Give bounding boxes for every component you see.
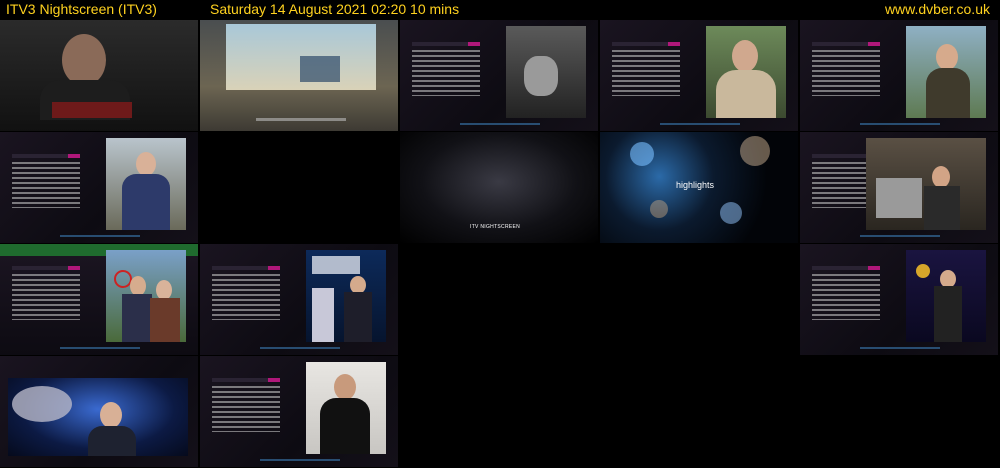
time-tag	[668, 42, 680, 46]
footer-line	[60, 347, 140, 349]
empty-slot	[600, 244, 798, 355]
book	[52, 102, 132, 118]
time-tag	[68, 266, 80, 270]
programme-card-1[interactable]	[400, 20, 598, 131]
footer-line	[260, 459, 340, 461]
nightscreen-logo: ITV NIGHTSCREEN	[470, 224, 521, 230]
person-head	[936, 44, 958, 70]
footer-line	[860, 347, 940, 349]
programme-card-5[interactable]	[800, 132, 998, 243]
footer-line	[660, 123, 740, 125]
presenter-head	[130, 276, 146, 296]
time-tag	[868, 266, 880, 270]
nightscreen-ident[interactable]: ITV NIGHTSCREEN	[400, 132, 598, 243]
chef-body	[924, 186, 960, 230]
programme-card-6[interactable]	[0, 244, 198, 355]
animal	[524, 56, 558, 96]
site-link[interactable]: www.dvber.co.uk	[885, 1, 990, 17]
presenter-head	[334, 374, 356, 400]
description-text	[812, 274, 880, 320]
time-tag	[268, 378, 280, 382]
time-tag	[868, 42, 880, 46]
programme-card-9[interactable]	[0, 356, 198, 467]
presenter-body	[150, 298, 180, 342]
programme-image	[866, 138, 986, 230]
programme-image	[106, 138, 186, 230]
programme-image	[306, 250, 386, 342]
time-tag	[68, 154, 80, 158]
bokeh-light	[740, 136, 770, 166]
description-text	[212, 386, 280, 432]
programme-image	[506, 26, 586, 118]
person-head	[732, 40, 758, 72]
presenter-head	[156, 280, 172, 300]
person-body	[122, 174, 170, 230]
programme-card-7[interactable]	[200, 244, 398, 355]
programme-image	[706, 26, 786, 118]
host-body	[934, 286, 962, 342]
description-text	[812, 50, 880, 96]
person-head	[136, 152, 156, 176]
broadcast-datetime: Saturday 14 August 2021 02:20 10 mins	[210, 1, 460, 17]
footer-line	[860, 235, 940, 237]
programme-image	[106, 250, 186, 342]
fur-coat	[716, 70, 776, 118]
empty-slot	[200, 132, 398, 243]
empty-slot	[400, 244, 598, 355]
programme-card-3[interactable]	[800, 20, 998, 131]
programme-card-2[interactable]	[600, 20, 798, 131]
footer-line	[260, 347, 340, 349]
description-text	[612, 50, 680, 96]
bokeh-light	[650, 200, 668, 218]
presenter-head	[62, 34, 106, 86]
person-body	[926, 68, 970, 118]
programme-card-10[interactable]	[200, 356, 398, 467]
bokeh-light	[630, 142, 654, 166]
footer-line	[60, 235, 140, 237]
number-seven-prop	[312, 288, 334, 342]
highlights-logo: highlights	[676, 180, 715, 190]
empty-slot	[600, 356, 798, 467]
caption	[256, 118, 346, 121]
programme-image	[906, 250, 986, 342]
empty-slot	[400, 356, 598, 467]
programme-image	[906, 26, 986, 118]
show-logo	[312, 256, 360, 274]
programme-image	[306, 362, 386, 454]
page-title: ITV3 Nightscreen (ITV3)	[6, 1, 157, 17]
description-text	[12, 162, 80, 208]
screenshot-grid: ITV NIGHTSCREEN highlights	[0, 20, 1000, 468]
coin-graphic	[916, 264, 930, 278]
description-text	[412, 50, 480, 96]
programme-card-8[interactable]	[800, 244, 998, 355]
group-of-people	[300, 56, 340, 82]
programme-card-4[interactable]	[0, 132, 198, 243]
time-tag	[468, 42, 480, 46]
footer-line	[460, 123, 540, 125]
programme-image	[8, 378, 188, 456]
bokeh-light	[720, 202, 742, 224]
kitchen-oven	[876, 178, 922, 218]
show-logo	[12, 386, 72, 422]
thumbnail-1[interactable]	[0, 20, 198, 131]
host-body	[88, 426, 136, 456]
empty-slot	[800, 356, 998, 467]
host-head	[100, 402, 122, 428]
description-text	[12, 274, 80, 320]
description-text	[212, 274, 280, 320]
presenter-body	[320, 398, 370, 454]
time-tag	[268, 266, 280, 270]
footer-line	[860, 123, 940, 125]
highlights-ident[interactable]: highlights	[600, 132, 798, 243]
thumbnail-2[interactable]	[200, 20, 398, 131]
header-bar: ITV3 Nightscreen (ITV3) Saturday 14 Augu…	[0, 0, 1000, 19]
host-body	[344, 292, 372, 342]
chef-head	[932, 166, 950, 188]
presenter-body	[122, 294, 152, 342]
